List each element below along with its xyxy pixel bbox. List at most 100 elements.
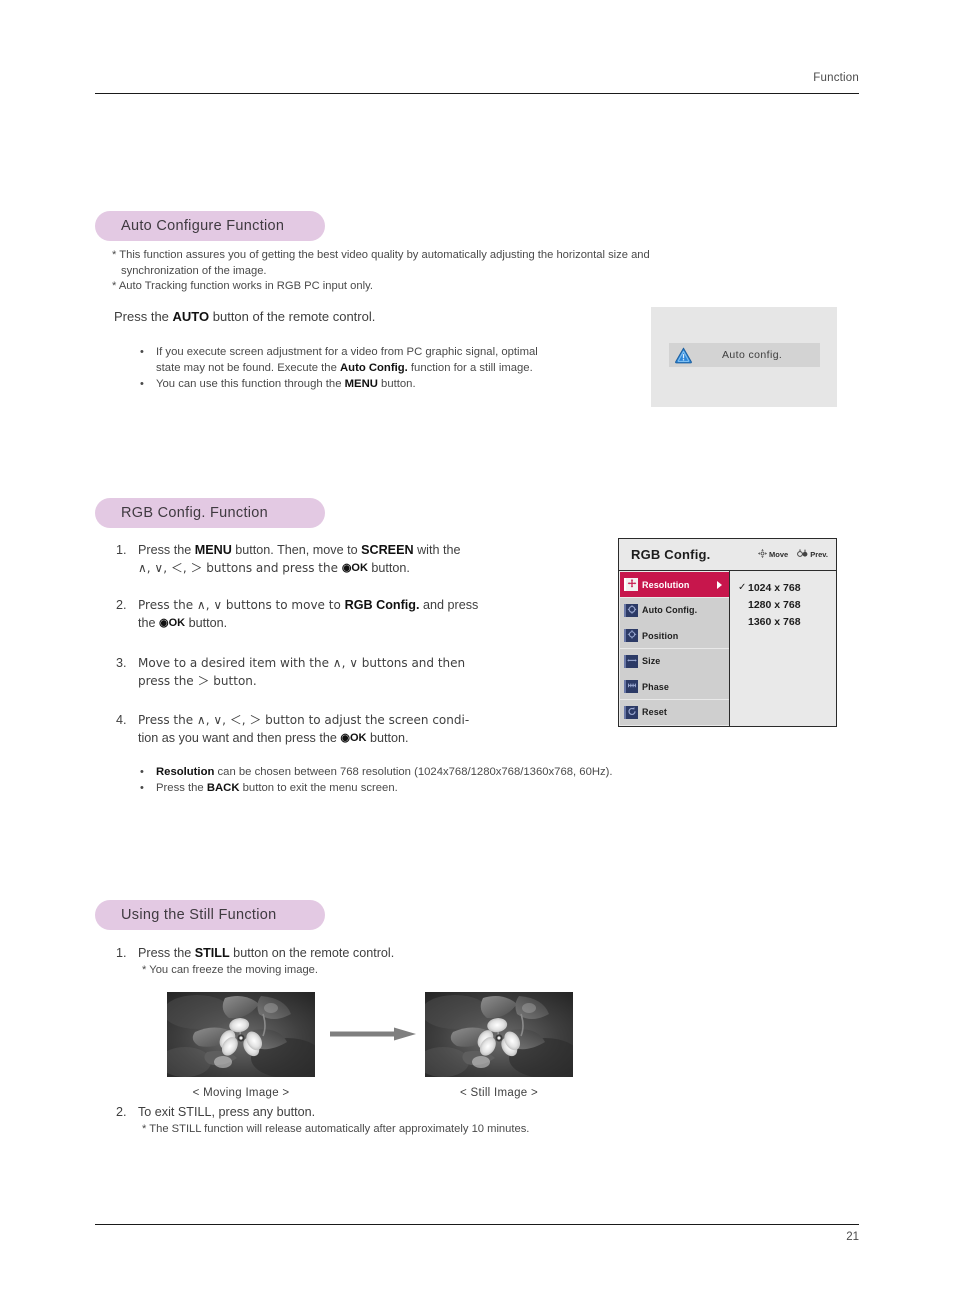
osd-menu-item-position[interactable]: Position [620,623,729,648]
bullet-bold-menu: MENU [344,378,378,390]
bullet-text-resolution: can be chosen between 768 resolution (10… [214,766,613,778]
rgb-step-3: 3. Move to a desired item with the ∧, ∨ … [116,654,546,690]
step-number: 1. [116,543,127,557]
step-number: 4. [116,713,127,727]
lead-text-before: Press the [114,309,173,324]
osd-body: Resolution Auto Config. Position Size Ph… [619,571,836,726]
warning-triangle-icon [674,346,693,365]
bullet-text: Press the BACK button to exit the menu s… [156,780,800,796]
phase-icon [624,680,638,693]
osd-title: RGB Config. [631,547,711,562]
resolution-icon [624,578,638,591]
reset-icon [624,705,638,719]
osd-menu-item-label: Position [642,630,679,641]
step-body: Press the ∧, ∨, ＜, ＞ button to adjust th… [138,711,546,747]
step1-bold-menu: MENU [194,543,232,557]
prev-back-icon [797,549,808,560]
step-body: Press the ∧, ∨ buttons to move to RGB Co… [138,596,546,632]
footer-rule [95,1224,859,1226]
still-step1-note: * You can freeze the moving image. [142,964,319,976]
auto-configure-lead: Press the AUTO button of the remote cont… [114,309,375,324]
still-step1-a: Press the [138,946,195,960]
osd-resolution-label: 1360 x 768 [748,615,801,628]
section-heading-still-function: Using the Still Function [95,900,325,930]
lead-bold-auto: AUTO [172,309,210,324]
bullet-line-1: If you execute screen adjustment for a v… [156,346,538,358]
still-image-photo [425,992,573,1077]
lead-text-after: button of the remote control. [209,309,376,324]
section-heading-auto-configure: Auto Configure Function [95,211,325,241]
step1-l1b: button. Then, move to [231,543,362,557]
still-step2-note: * The STILL function will release automa… [142,1123,530,1135]
still-step-2: 2. To exit STILL, press any button. [116,1103,616,1121]
osd-hints: Move Prev. [758,549,828,560]
bullet-pre-back: Press the [156,782,207,794]
bullet-marker: • [140,346,144,358]
osd-title-bar: RGB Config. Move Prev. [619,539,836,571]
bullet-line-2a: state may not be found. Execute the [156,362,341,374]
bullet-text: You can use this function through the ME… [156,376,630,392]
step4-l2b: button. [366,731,409,745]
step1-l2b: button. [367,561,410,575]
page-header: Function [95,68,859,86]
move-arrows-icon [758,549,768,560]
step2-l2b: button. [185,616,228,630]
osd-menu-list: Resolution Auto Config. Position Size Ph… [619,571,730,726]
step2-l1c: and press [419,598,479,612]
step4-l1a: Press the ∧, ∨, ＜, ＞ button to adjust th… [138,713,470,727]
osd-menu-item-label: Phase [642,681,670,692]
step4-l2a: tion as you want and then press the [138,731,341,745]
still-step-1: 1. Press the STILL button on the remote … [116,944,566,962]
moving-image-caption: < Moving Image > [192,1087,290,1099]
step1-l2a: ∧, ∨, ＜, ＞ buttons and press the [138,561,342,575]
auto-configure-notes: * This function assures you of getting t… [112,248,792,295]
auto-configure-bullet-list: • If you execute screen adjustment for a… [140,344,630,392]
step-body: Move to a desired item with the ∧, ∨ but… [138,654,546,690]
step-number: 1. [116,946,127,960]
osd-menu-item-label: Resolution [642,579,690,590]
osd-hint-prev: Prev. [797,549,828,560]
bullet-text-back: button to exit the menu screen. [239,782,398,794]
osd-resolution-label: 1024 x 768 [748,581,801,594]
step-body: To exit STILL, press any button. [138,1105,316,1119]
auto-configure-note-2: * Auto Tracking function works in RGB PC… [112,280,373,292]
osd-resolution-options: ✓ 1024 x 768 1280 x 768 1360 x 768 [730,571,836,726]
rgb-config-osd-panel: RGB Config. Move Prev. Resolution Auto C… [618,538,837,727]
osd-menu-item-size[interactable]: Size [620,648,729,674]
step1-l1c: with the [413,543,461,557]
step4-ok: ◉OK [340,732,367,744]
bullet-item: • You can use this function through the … [140,376,630,392]
step2-l1a: Press the ∧, ∨ buttons to move to [138,598,345,612]
osd-resolution-option[interactable]: 1280 x 768 [730,596,836,613]
osd-resolution-option[interactable]: 1360 x 768 [730,613,836,630]
rgb-step-4: 4. Press the ∧, ∨, ＜, ＞ button to adjust… [116,711,546,747]
auto-config-osd-bar: Auto config. [669,343,820,367]
section-heading-label: Auto Configure Function [121,218,285,234]
rgb-config-bullet-list: • Resolution can be chosen between 768 r… [140,764,800,796]
auto-configure-note-1-cont: synchronization of the image. [121,264,267,277]
osd-resolution-option[interactable]: ✓ 1024 x 768 [730,579,836,596]
osd-menu-item-auto-config[interactable]: Auto Config. [620,597,729,623]
still-image-caption: < Still Image > [459,1087,538,1099]
osd-menu-item-phase[interactable]: Phase [620,674,729,699]
bullet-marker: • [140,378,144,390]
moving-image-figure: < Moving Image > [167,992,315,1099]
step3-l1a: Move to a desired item with the ∧, ∨ but… [138,656,466,670]
osd-menu-item-reset[interactable]: Reset [620,699,729,725]
bullet-line-2b: function for a still image. [407,362,533,374]
step-body: Press the STILL button on the remote con… [138,944,566,962]
osd-menu-item-resolution[interactable]: Resolution [620,572,729,597]
bullet-item: • Resolution can be chosen between 768 r… [140,764,800,780]
bullet-item: • If you execute screen adjustment for a… [140,344,630,376]
auto-config-osd-label: Auto config. [722,349,783,361]
section-heading-label: RGB Config. Function [121,505,269,521]
osd-hint-move-label: Move [769,550,789,559]
bullet-item: • Press the BACK button to exit the menu… [140,780,800,796]
bullet-marker: • [140,766,144,778]
still-image-figure: < Still Image > [425,992,573,1099]
header-rule [95,93,859,95]
still-bold-still: STILL [194,946,230,960]
bullet-text: Resolution can be chosen between 768 res… [156,764,800,780]
auto-configure-note-1: * This function assures you of getting t… [112,249,650,261]
size-icon [624,654,638,668]
